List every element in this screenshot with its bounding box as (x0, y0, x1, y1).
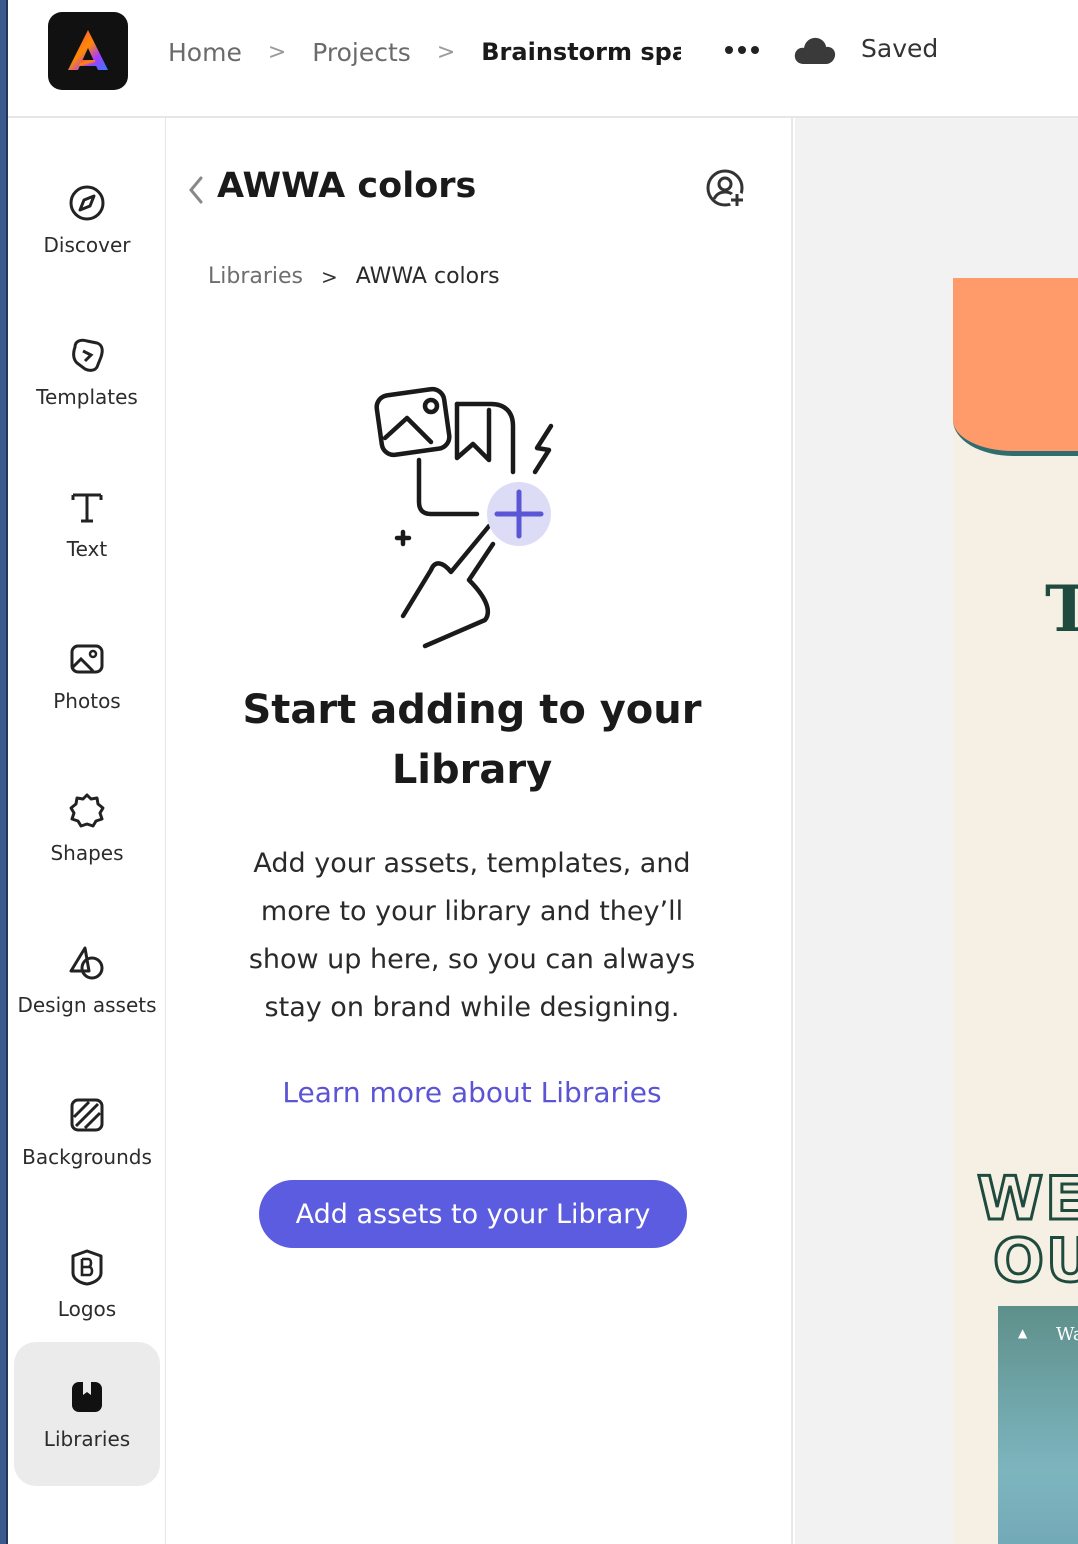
text-icon (67, 487, 107, 527)
top-bar: Home > Projects > Brainstorm space Saved (8, 0, 1078, 118)
sidebar-item-label: Shapes (50, 841, 124, 865)
sidebar-item-label: Discover (43, 233, 131, 257)
empty-state-description: Add your assets, templates, and more to … (248, 848, 696, 1023)
more-dots-icon[interactable] (722, 30, 762, 70)
compass-icon (67, 183, 107, 223)
design-canvas[interactable]: T WE OU ▲ Wa (795, 118, 1078, 1544)
sidebar-item-logos[interactable]: Logos (14, 1212, 160, 1356)
photo-icon (67, 639, 107, 679)
templates-icon (67, 335, 107, 375)
add-to-library-illustration (374, 386, 554, 649)
invite-user-icon[interactable] (705, 168, 747, 210)
sidebar-item-shapes[interactable]: Shapes (14, 756, 160, 900)
sidebar-item-photos[interactable]: Photos (14, 604, 160, 748)
cloud-icon (794, 37, 836, 64)
libraries-panel: AWWA colors Libraries > AWWA colors Star… (167, 118, 793, 1544)
sidebar-item-libraries[interactable]: Libraries (14, 1342, 160, 1486)
breadcrumb-libraries[interactable]: Libraries (208, 264, 303, 289)
breadcrumb-home[interactable]: Home (168, 38, 242, 67)
breadcrumb-separator: > (267, 39, 287, 65)
artboard-outline-text: OU (992, 1225, 1078, 1298)
artboard[interactable]: T WE OU ▲ Wa (953, 278, 1078, 1544)
backgrounds-icon (67, 1095, 107, 1135)
photo-caption: Wa (1056, 1324, 1078, 1345)
library-icon (67, 1377, 107, 1417)
breadcrumb-separator: > (321, 264, 338, 289)
shapes-icon (67, 791, 107, 831)
sidebar-item-label: Photos (53, 689, 121, 713)
breadcrumb: Home > Projects > Brainstorm space (168, 30, 681, 74)
sidebar-item-label: Libraries (43, 1427, 131, 1451)
sidebar-item-templates[interactable]: Templates (14, 300, 160, 444)
artboard-headline: T (1045, 572, 1078, 647)
save-status: Saved (861, 34, 939, 63)
artboard-orange-arc (953, 278, 1078, 456)
breadcrumb-current: AWWA colors (355, 264, 500, 289)
design-assets-icon (67, 943, 107, 983)
panel-title: AWWA colors (217, 166, 477, 206)
breadcrumb-projects[interactable]: Projects (312, 38, 411, 67)
sidebar-item-label: Text (66, 537, 108, 561)
chevron-left-icon[interactable] (185, 174, 207, 206)
sidebar-item-text[interactable]: Text (14, 452, 160, 596)
adobe-express-logo-icon[interactable] (48, 12, 128, 90)
sidebar-item-label: Design assets (17, 993, 157, 1017)
document-title[interactable]: Brainstorm space (481, 38, 681, 66)
learn-more-link[interactable]: Learn more about Libraries (207, 1076, 737, 1109)
logo-badge-icon (67, 1247, 107, 1287)
breadcrumb-separator: > (436, 39, 456, 65)
window-edge (0, 0, 8, 1544)
sidebar-item-design-assets[interactable]: Design assets (14, 908, 160, 1052)
sidebar-item-label: Backgrounds (22, 1145, 152, 1169)
artboard-photo: ▲ Wa (998, 1306, 1078, 1544)
photo-logo-icon: ▲ (1018, 1326, 1028, 1340)
panel-breadcrumb: Libraries > AWWA colors (208, 264, 500, 289)
sidebar-item-label: Logos (57, 1297, 117, 1321)
sidebar-item-label: Templates (36, 385, 138, 409)
sidebar: Discover Templates Text Photos Shapes De… (8, 118, 166, 1544)
empty-state-heading: Start adding to your Library (242, 687, 702, 793)
sidebar-item-discover[interactable]: Discover (14, 148, 160, 292)
artboard-outline-text: WE (975, 1163, 1078, 1236)
sidebar-item-backgrounds[interactable]: Backgrounds (14, 1060, 160, 1204)
add-assets-button[interactable]: Add assets to your Library (259, 1180, 687, 1248)
